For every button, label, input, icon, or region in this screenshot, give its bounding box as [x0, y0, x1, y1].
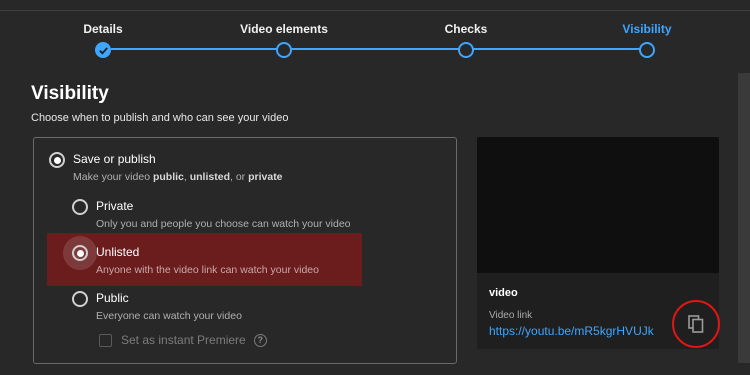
copy-link-button[interactable] — [672, 300, 720, 348]
private-label: Private — [96, 199, 134, 213]
step-visibility-label: Visibility — [622, 22, 672, 36]
unlisted-desc: Anyone with the video link can watch you… — [96, 264, 319, 276]
option-unlisted[interactable]: Unlisted Anyone with the video link can … — [72, 245, 319, 277]
step-video-elements[interactable]: Video elements — [224, 22, 344, 58]
unlisted-radio[interactable] — [72, 245, 88, 261]
check-icon — [98, 46, 108, 55]
option-instant-premiere[interactable]: Set as instant Premiere ? — [99, 333, 267, 347]
save-or-publish-label: Save or publish — [73, 152, 156, 166]
option-save-or-publish[interactable]: Save or publish Make your video public, … — [49, 152, 283, 184]
video-name: video — [489, 287, 518, 299]
step-details-dot — [95, 42, 111, 58]
step-checks[interactable]: Checks — [406, 22, 526, 58]
instant-premiere-label: Set as instant Premiere — [121, 333, 246, 347]
video-thumbnail[interactable] — [477, 137, 719, 273]
video-link-label: Video link — [489, 310, 533, 321]
step-video-elements-label: Video elements — [240, 22, 328, 36]
instant-premiere-checkbox[interactable] — [99, 333, 112, 347]
public-desc: Everyone can watch your video — [96, 310, 242, 322]
step-visibility-dot — [639, 42, 655, 58]
step-visibility[interactable]: Visibility — [587, 22, 707, 58]
video-link[interactable]: https://youtu.be/mR5kgrHVUJk — [489, 324, 654, 338]
step-details-label: Details — [83, 22, 123, 36]
page-scrollbar[interactable] — [738, 73, 750, 363]
private-desc: Only you and people you choose can watch… — [96, 218, 351, 230]
step-details[interactable]: Details — [43, 22, 163, 58]
step-checks-label: Checks — [444, 22, 488, 36]
upload-stepper: Details Video elements Checks Visibility — [0, 0, 740, 64]
step-checks-dot — [458, 42, 474, 58]
unlisted-label: Unlisted — [96, 245, 140, 259]
option-public[interactable]: Public Everyone can watch your video — [72, 291, 242, 323]
save-or-publish-radio[interactable] — [49, 152, 65, 168]
option-private[interactable]: Private Only you and people you choose c… — [72, 199, 351, 231]
help-icon[interactable]: ? — [253, 333, 267, 347]
page-title: Visibility — [31, 83, 109, 104]
stepper-line — [111, 48, 647, 50]
save-or-publish-desc: Make your video public, unlisted, or pri… — [73, 171, 283, 183]
step-video-elements-dot — [276, 42, 292, 58]
copy-icon — [688, 315, 704, 333]
page-subtitle: Choose when to publish and who can see y… — [31, 112, 289, 124]
public-radio[interactable] — [72, 291, 88, 307]
private-radio[interactable] — [72, 199, 88, 215]
public-label: Public — [96, 291, 129, 305]
